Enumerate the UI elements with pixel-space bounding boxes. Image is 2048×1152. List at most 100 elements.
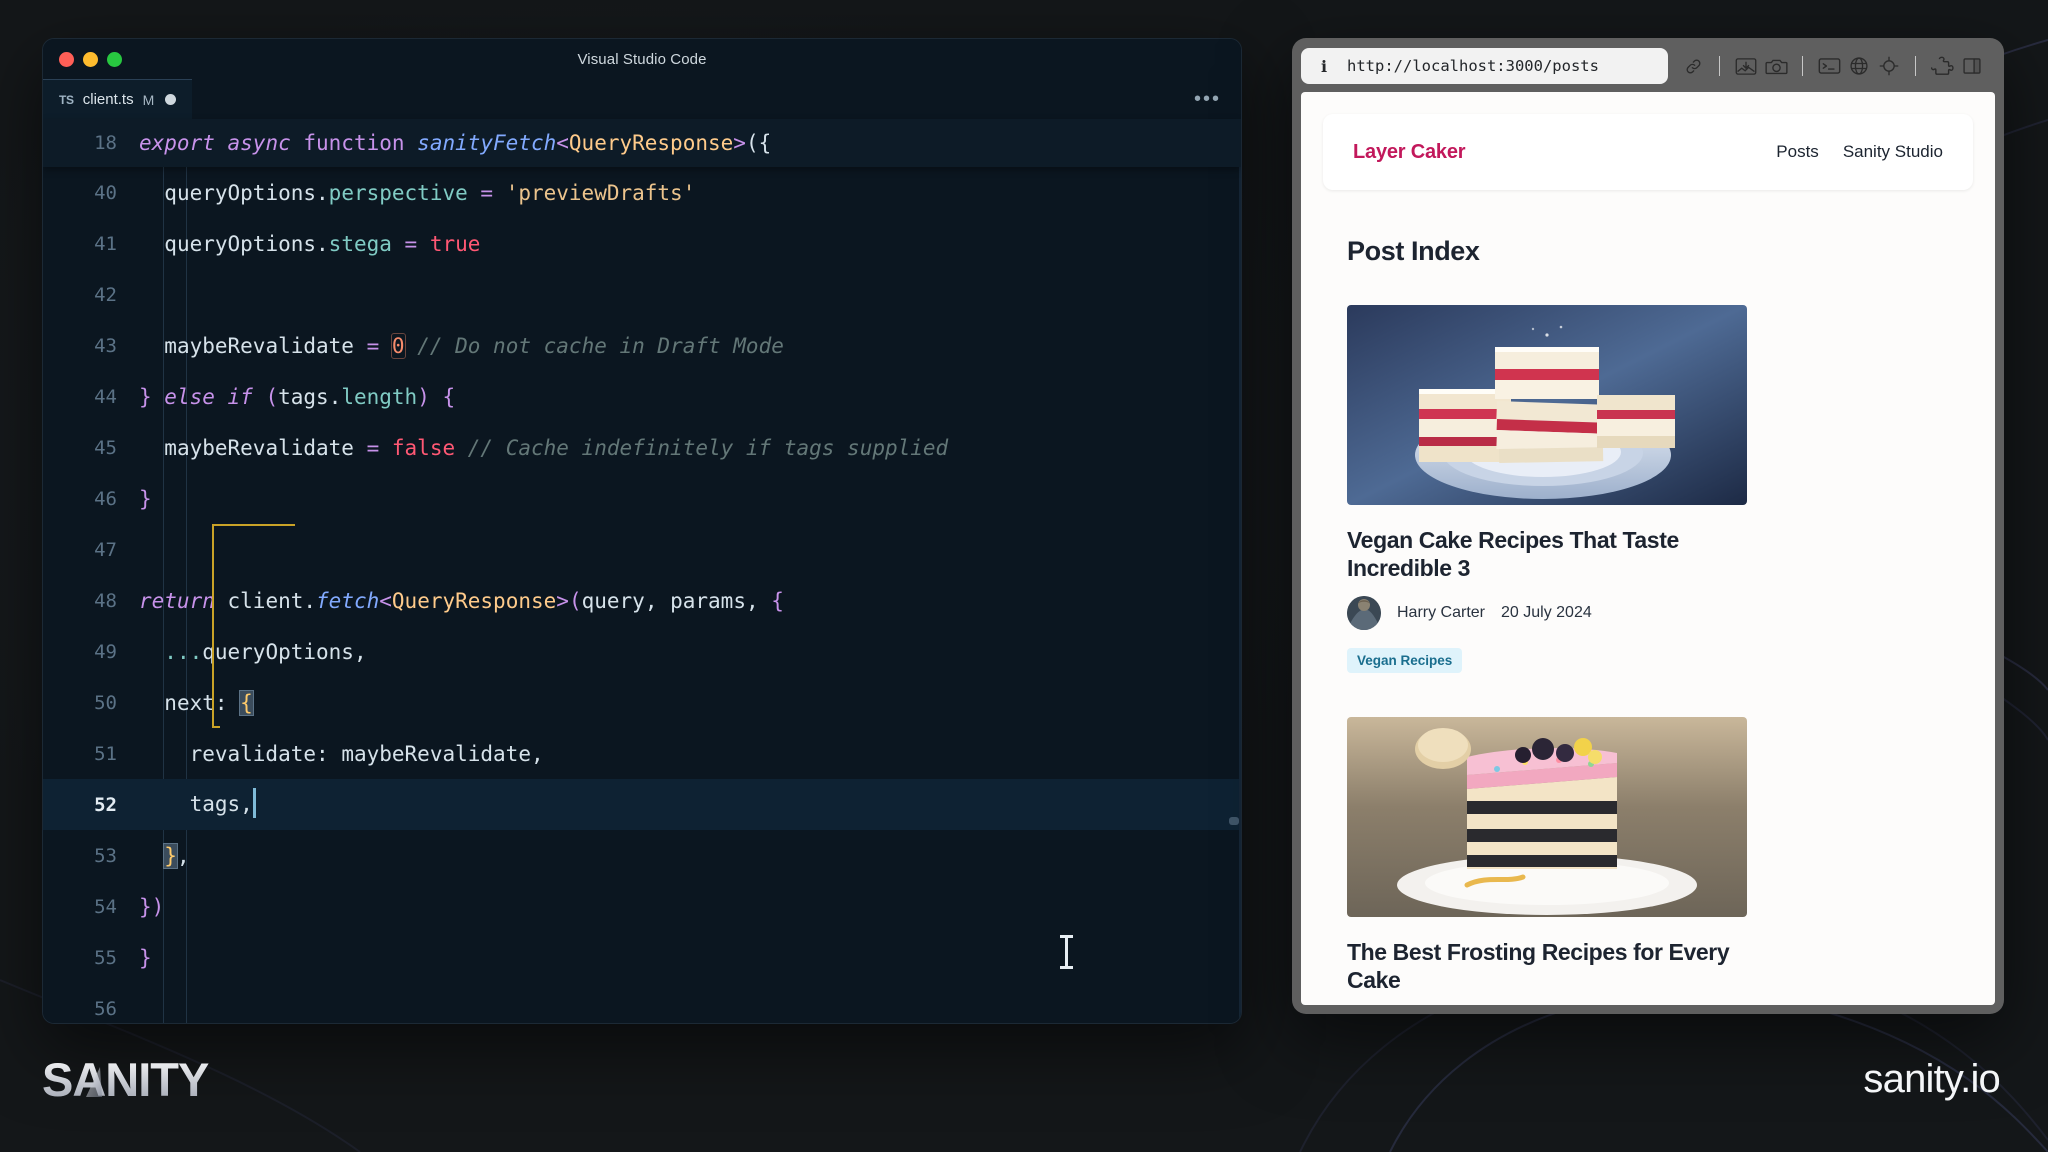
nav-link-posts[interactable]: Posts — [1776, 142, 1819, 162]
tag-badge[interactable]: Vegan Recipes — [1347, 648, 1463, 674]
code-line[interactable]: 52 tags, — [43, 779, 1241, 830]
code-token: , — [176, 843, 190, 868]
minimize-button[interactable] — [83, 51, 98, 67]
line-code: } else if (tags.length) { — [139, 385, 455, 409]
code-line[interactable]: 55} — [43, 932, 1241, 983]
image-download-icon[interactable] — [1731, 53, 1761, 79]
site-navigation: Posts Sanity Studio — [1776, 142, 1943, 162]
site-info-icon[interactable]: i — [1315, 57, 1333, 76]
code-line[interactable]: 47 — [43, 524, 1241, 575]
code-line[interactable]: 41 queryOptions.stega = true — [43, 218, 1241, 269]
browser-toolbar: i http://localhost:3000/posts — [1301, 48, 1995, 84]
code-line[interactable]: 50 next: { — [43, 677, 1241, 728]
globe-icon[interactable] — [1844, 53, 1874, 79]
code-token: QueryResponse — [568, 131, 734, 155]
code-token: } — [163, 842, 178, 869]
post-title[interactable]: The Best Frosting Recipes for Every Cake — [1347, 939, 1747, 994]
code-line[interactable]: 56 — [43, 983, 1241, 1023]
line-number: 46 — [94, 487, 117, 510]
sticky-scroll-line[interactable]: 18 export async function sanityFetch<Que… — [43, 119, 1241, 167]
code-line[interactable]: 48 return client.fetch<QueryResponse>(que… — [43, 575, 1241, 626]
post-card[interactable]: The Best Frosting Recipes for Every Cake — [1347, 717, 1747, 994]
code-line[interactable]: 40 queryOptions.perspective = 'previewDr… — [43, 167, 1241, 218]
toolbar-separator-1 — [1719, 56, 1720, 76]
code-token: ) { — [417, 384, 456, 409]
line-number: 55 — [94, 946, 117, 969]
toolbar-separator-3 — [1915, 56, 1916, 76]
window-traffic-lights[interactable] — [59, 51, 122, 67]
code-token: sanityFetch — [417, 131, 557, 155]
camera-icon[interactable] — [1761, 53, 1791, 79]
post-meta: Harry Carter 20 July 2024 — [1347, 596, 1747, 631]
code-token: 0 — [390, 332, 406, 359]
close-button[interactable] — [59, 51, 74, 67]
code-line[interactable]: 53 }, — [43, 830, 1241, 881]
code-token: maybeRevalidate — [164, 333, 354, 358]
link-icon[interactable] — [1678, 53, 1708, 79]
code-token: queryOptions — [164, 180, 317, 205]
code-token: , — [745, 588, 772, 613]
post-image-1 — [1347, 305, 1747, 505]
line-code: revalidate: maybeRevalidate, — [139, 742, 544, 766]
code-token: // Cache indefinitely if tags supplied — [467, 435, 949, 460]
editor-scrollbar-thumb[interactable] — [1229, 817, 1239, 825]
code-editor[interactable]: 40 queryOptions.perspective = 'previewDr… — [43, 167, 1241, 1023]
code-token: next — [164, 690, 215, 715]
code-line[interactable]: 45 maybeRevalidate = false // Cache inde… — [43, 422, 1241, 473]
sticky-line-code: export async function sanityFetch<QueryR… — [139, 131, 771, 155]
tab-modified-badge: M — [142, 91, 155, 108]
page-title: Post Index — [1347, 236, 1480, 266]
code-line[interactable]: 49 ...queryOptions, — [43, 626, 1241, 677]
text-cursor-pointer — [1060, 935, 1073, 969]
code-token: if — [227, 384, 266, 409]
tab-unsaved-dot-icon[interactable] — [165, 94, 177, 105]
code-line[interactable]: 44} else if (tags.length) { — [43, 371, 1241, 422]
site-brand-logo[interactable]: Layer Caker — [1353, 141, 1466, 164]
tab-filename: client.ts — [82, 91, 134, 108]
puzzle-icon[interactable] — [1927, 53, 1957, 79]
code-line[interactable]: 51 revalidate: maybeRevalidate, — [43, 728, 1241, 779]
line-number: 40 — [94, 181, 117, 204]
post-thumbnail[interactable] — [1347, 305, 1747, 505]
code-token: } — [139, 384, 165, 409]
line-code: } — [139, 487, 152, 511]
sanity-domain-text: sanity.io — [1863, 1057, 2000, 1101]
tab-client-ts[interactable]: TS client.ts M — [43, 79, 193, 119]
code-line[interactable]: 43 maybeRevalidate = 0 // Do not cache i… — [43, 320, 1241, 371]
nav-link-sanity-studio[interactable]: Sanity Studio — [1843, 142, 1943, 162]
line-number: 54 — [94, 895, 117, 918]
terminal-icon[interactable] — [1814, 53, 1844, 79]
code-token: > — [733, 131, 746, 155]
maximize-button[interactable] — [107, 51, 122, 67]
line-code: return client.fetch<QueryResponse>(query… — [139, 589, 784, 613]
browser-tool-icons — [1678, 53, 1993, 79]
post-image-2 — [1347, 717, 1747, 918]
code-token: tags — [189, 791, 241, 816]
split-panel-icon[interactable] — [1957, 53, 1987, 79]
code-line[interactable]: 42 — [43, 269, 1241, 320]
code-lines-container: 40 queryOptions.perspective = 'previewDr… — [43, 167, 1241, 1023]
code-token: = — [391, 231, 430, 256]
line-code: }) — [139, 895, 164, 919]
page-viewport[interactable]: Layer Caker Posts Sanity Studio Post Ind… — [1301, 92, 1995, 1005]
code-token: maybeRevalidate — [164, 435, 354, 460]
crosshair-icon[interactable] — [1874, 53, 1904, 79]
editor-more-actions-button[interactable]: ••• — [1194, 79, 1241, 119]
code-line[interactable]: 54}) — [43, 881, 1241, 932]
code-token: : — [214, 690, 241, 715]
post-card[interactable]: Vegan Cake Recipes That Taste Incredible… — [1347, 305, 1747, 674]
post-title[interactable]: Vegan Cake Recipes That Taste Incredible… — [1347, 527, 1747, 582]
post-date: 20 July 2024 — [1501, 604, 1592, 622]
sanity-wordmark-icon: SANITY — [42, 1055, 210, 1105]
code-token: ({ — [745, 131, 772, 155]
code-line[interactable]: 46} — [43, 473, 1241, 524]
line-number: 49 — [94, 640, 117, 663]
address-bar[interactable]: i http://localhost:3000/posts — [1301, 48, 1668, 84]
line-number: 45 — [94, 436, 117, 459]
code-token: ... — [164, 639, 203, 664]
post-thumbnail[interactable] — [1347, 717, 1747, 918]
code-token: , — [530, 741, 544, 766]
